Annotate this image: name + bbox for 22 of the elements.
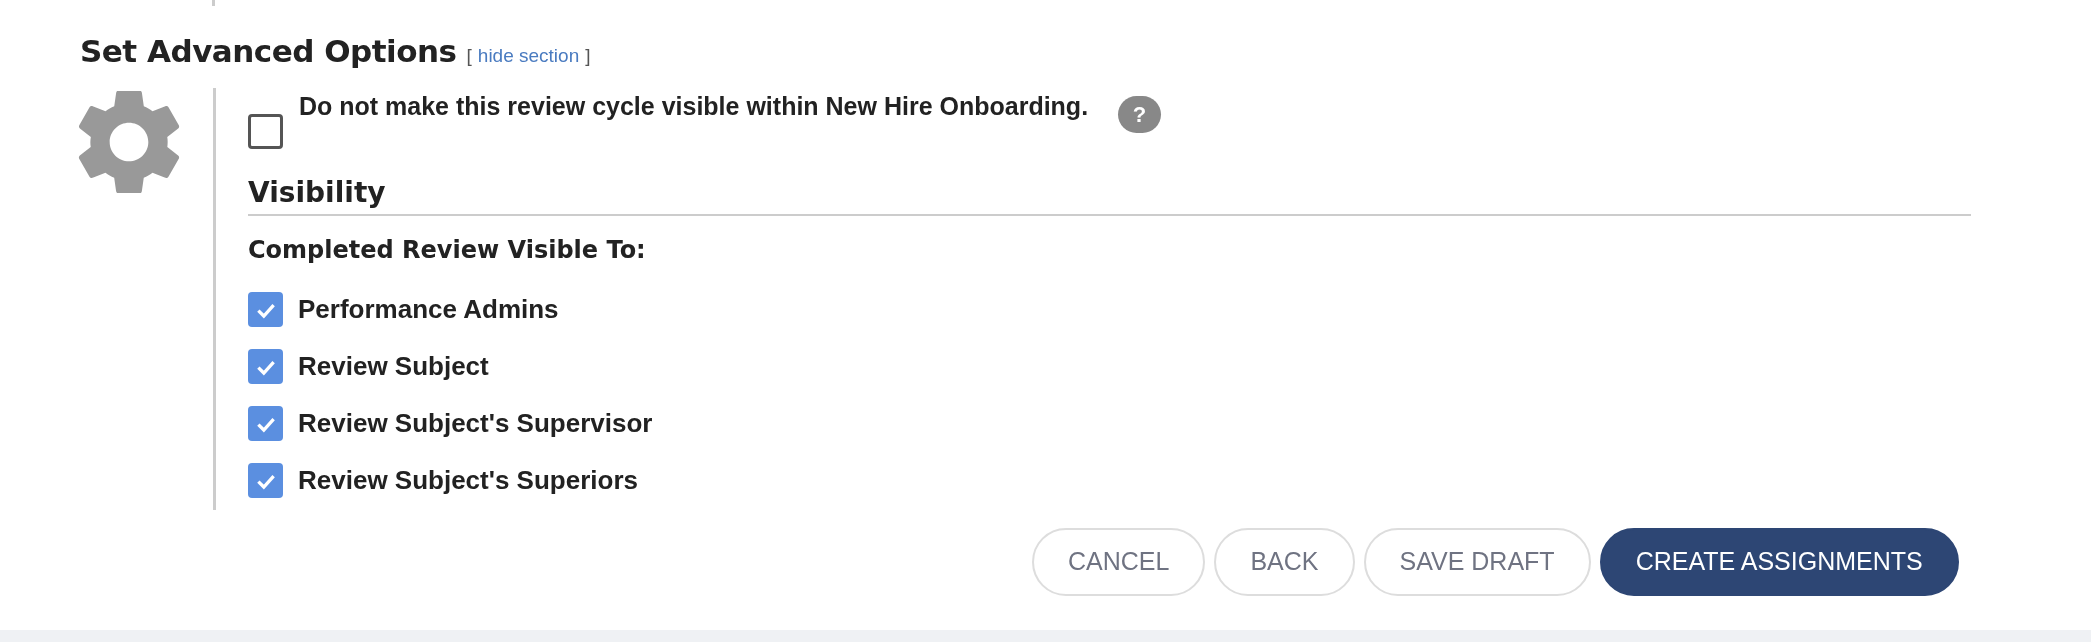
option-label: Performance Admins — [298, 293, 559, 326]
section-heading: Visibility — [248, 176, 387, 210]
secondary-button[interactable]: BACK — [1214, 528, 1355, 596]
option-label: Review Subject — [298, 350, 489, 383]
checkbox[interactable] — [248, 463, 283, 498]
help-button[interactable]: ? — [1118, 96, 1162, 133]
checkbox[interactable] — [248, 114, 283, 149]
section-title: Set Advanced Options — [80, 32, 457, 71]
bracket: [ — [466, 44, 472, 68]
bracket: ] — [585, 44, 591, 68]
checkbox[interactable] — [248, 292, 283, 327]
checkbox[interactable] — [248, 406, 283, 441]
hide-section-link[interactable]: hide section — [477, 42, 580, 71]
field-label: Completed Review Visible To: — [248, 235, 647, 266]
option-label: Review Subject's Supervisor — [298, 407, 653, 440]
gear-icon — [78, 91, 180, 193]
option-label: Review Subject's Superiors — [298, 464, 638, 497]
checkbox[interactable] — [248, 349, 283, 384]
create-assignments-button[interactable]: CREATE ASSIGNMENTS — [1599, 528, 1959, 596]
secondary-button[interactable]: SAVE DRAFT — [1363, 528, 1591, 596]
secondary-button[interactable]: CANCEL — [1032, 528, 1206, 596]
option-label: Do not make this review cycle visible within New Hire Onboarding. — [299, 91, 1089, 122]
